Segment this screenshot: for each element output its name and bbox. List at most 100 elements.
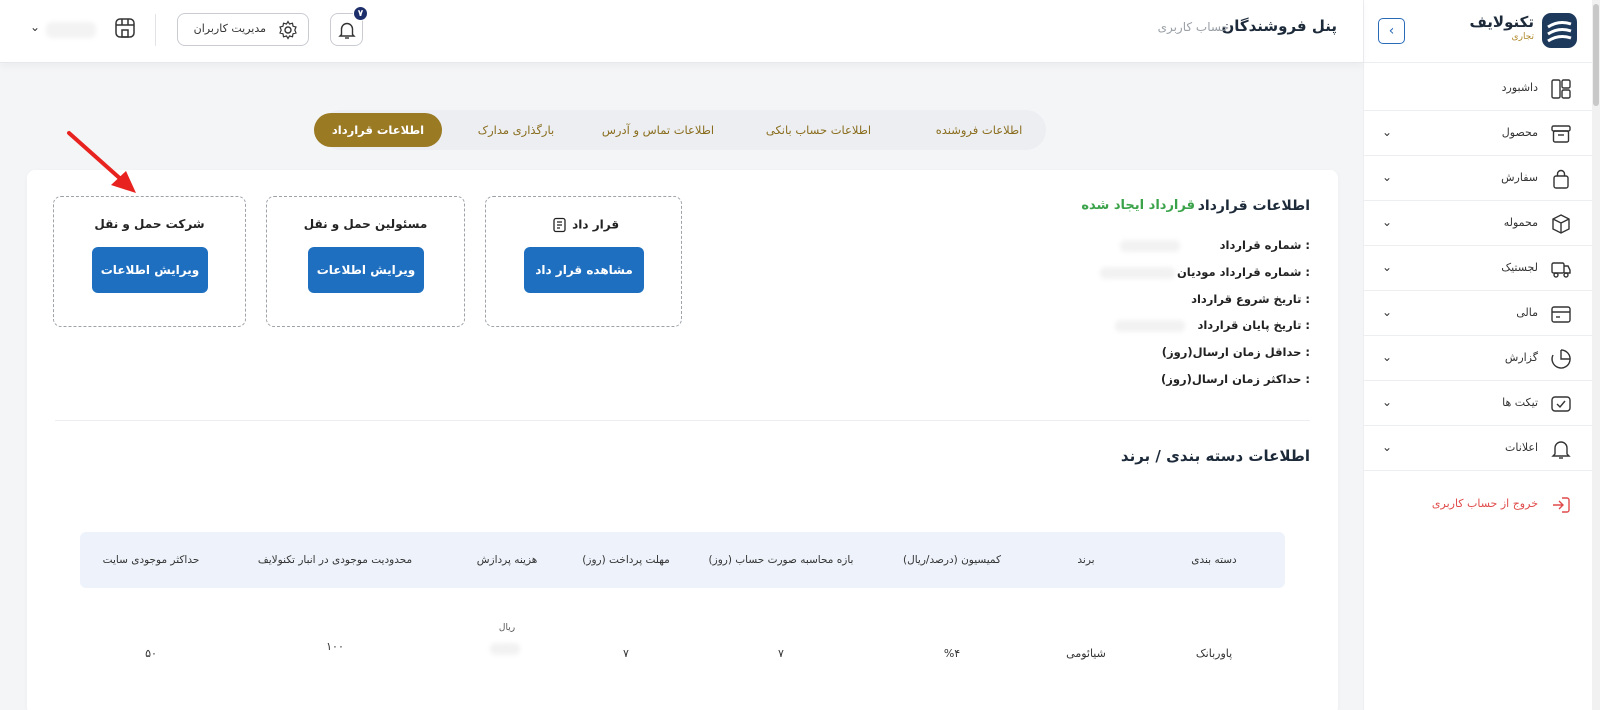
chart-icon bbox=[1551, 349, 1571, 369]
field-taxpayer-contract-number: شماره قرارداد مودیان : bbox=[1176, 265, 1310, 279]
annotation-arrow-icon bbox=[67, 131, 136, 193]
bell-icon bbox=[338, 22, 356, 39]
sidebar-item-logout[interactable]: خروج از حساب کاربری bbox=[1364, 482, 1592, 527]
sidebar-item-label: خروج از حساب کاربری bbox=[1431, 497, 1538, 510]
field-max-shipping-days: حداکثر زمان ارسال(روز) : bbox=[1161, 372, 1310, 386]
notification-count-badge: ۷ bbox=[353, 6, 368, 21]
transport-officials-title: مسئولین حمل و نقل bbox=[303, 217, 428, 231]
sidebar-item-label: اعلانات bbox=[1505, 441, 1538, 454]
ticket-icon bbox=[1551, 396, 1571, 412]
brand-name: تکنولایف bbox=[1469, 13, 1534, 31]
cell-brand: شیائومی bbox=[1066, 647, 1106, 660]
cell-stock-limit: ۱۰۰ bbox=[326, 640, 344, 653]
account-dropdown-chevron-icon[interactable]: ⌄ bbox=[30, 20, 40, 34]
sidebar-item-product[interactable]: محصول ⌄ bbox=[1364, 111, 1592, 156]
top-bar: پنل فروشندگان حساب کاربری ⌄ مدیریت کاربر… bbox=[0, 0, 1363, 63]
box-icon bbox=[1551, 125, 1571, 143]
contract-status: قرارداد ایجاد شده bbox=[1081, 198, 1195, 213]
contract-box: قرار داد مشاهده قرار داد bbox=[485, 196, 682, 327]
store-icon[interactable] bbox=[113, 16, 137, 40]
column-header: هزینه پردازش bbox=[476, 554, 538, 566]
redacted-value bbox=[1120, 240, 1180, 252]
contract-box-title: قرار داد bbox=[486, 217, 681, 233]
avatar[interactable] bbox=[46, 22, 96, 38]
sidebar-item-label: مالی bbox=[1516, 306, 1538, 319]
brand-subtitle: تجاری bbox=[1511, 32, 1534, 42]
edit-transport-company-button[interactable]: ویرایش اطلاعات bbox=[92, 247, 208, 293]
truck-icon bbox=[1551, 262, 1571, 278]
brand-logo-icon bbox=[1542, 13, 1577, 48]
category-section-title: اطلاعات دسته بندی / برند bbox=[1120, 447, 1310, 465]
bag-icon bbox=[1553, 169, 1569, 189]
field-min-shipping-days: حداقل زمان ارسال(روز) : bbox=[1161, 345, 1310, 359]
transport-officials-box: مسئولین حمل و نقل ویرایش اطلاعات bbox=[266, 196, 465, 327]
sidebar-item-label: تیکت ها bbox=[1502, 396, 1538, 409]
gear-icon bbox=[279, 20, 297, 40]
column-header: کمیسیون (درصد/ریال) bbox=[903, 554, 1001, 566]
cell-commission: %۴ bbox=[943, 647, 961, 660]
column-header: حداکثر موجودی سایت bbox=[102, 554, 200, 566]
redacted-value bbox=[1115, 320, 1185, 332]
chevron-left-icon: ‹ bbox=[1388, 23, 1395, 39]
profile-tabs: اطلاعات فروشنده اطلاعات حساب بانکی اطلاع… bbox=[314, 110, 1046, 150]
chevron-down-icon: ⌄ bbox=[1382, 125, 1393, 139]
column-header: بازه محاسبه صورت حساب (روز) bbox=[708, 554, 854, 566]
sidebar-item-finance[interactable]: مالی ⌄ bbox=[1364, 291, 1592, 336]
transport-company-title: شرکت حمل و نقل bbox=[94, 217, 205, 231]
document-icon bbox=[553, 217, 566, 233]
sidebar-item-tickets[interactable]: تیکت ها ⌄ bbox=[1364, 381, 1592, 426]
column-header: محدودیت موجودی در انبار تکنولایف bbox=[257, 554, 413, 566]
sidebar-item-label: داشبورد bbox=[1501, 81, 1538, 94]
column-header: برند bbox=[1077, 554, 1095, 566]
redacted-value bbox=[1100, 267, 1175, 279]
page-title: پنل فروشندگان bbox=[1221, 17, 1337, 35]
scrollbar-thumb[interactable] bbox=[1593, 4, 1599, 106]
notifications-button[interactable]: ۷ bbox=[330, 6, 368, 46]
user-management-button[interactable]: مدیریت کاربران bbox=[177, 13, 309, 46]
chevron-down-icon: ⌄ bbox=[1382, 215, 1393, 229]
sidebar-item-dashboard[interactable]: داشبورد bbox=[1364, 66, 1592, 111]
contract-title: اطلاعات قرارداد bbox=[1197, 198, 1310, 214]
chevron-down-icon: ⌄ bbox=[1382, 350, 1393, 364]
column-header: مهلت پرداخت (روز) bbox=[582, 554, 670, 566]
sidebar-item-logistics[interactable]: لجستیک ⌄ bbox=[1364, 246, 1592, 291]
redacted-value bbox=[490, 643, 520, 655]
cell-category: پاوربانک bbox=[1195, 647, 1233, 660]
chevron-down-icon: ⌄ bbox=[1382, 305, 1393, 319]
transport-company-box: شرکت حمل و نقل ویرایش اطلاعات bbox=[53, 196, 246, 327]
chevron-down-icon: ⌄ bbox=[1382, 395, 1393, 409]
cell-max-site-stock: ۵۰ bbox=[145, 647, 157, 660]
tab-bank-info[interactable]: اطلاعات حساب بانکی bbox=[746, 110, 891, 150]
category-table-header: دسته بندی برند کمیسیون (درصد/ریال) بازه … bbox=[80, 532, 1285, 588]
sidebar-item-label: محموله bbox=[1503, 216, 1538, 229]
field-end-date: تاریخ پایان قرارداد : bbox=[1197, 318, 1310, 332]
tab-contact-address[interactable]: اطلاعات تماس و آدرس bbox=[588, 110, 728, 150]
sidebar-item-notifications[interactable]: اعلانات ⌄ bbox=[1364, 426, 1592, 471]
chevron-down-icon: ⌄ bbox=[1382, 440, 1393, 454]
sidebar-item-report[interactable]: گزارش ⌄ bbox=[1364, 336, 1592, 381]
chevron-down-icon: ⌄ bbox=[1382, 170, 1393, 184]
sidebar-collapse-button[interactable]: ‹ bbox=[1378, 18, 1405, 44]
sidebar-item-shipment[interactable]: محموله ⌄ bbox=[1364, 201, 1592, 246]
section-divider bbox=[55, 420, 1310, 421]
sidebar-item-label: محصول bbox=[1501, 126, 1538, 139]
sidebar-item-label: سفارش bbox=[1501, 171, 1538, 184]
sidebar-header: تکنولایف تجاری ‹ bbox=[1364, 0, 1592, 63]
cell-payment-deadline: ۷ bbox=[623, 647, 629, 660]
tab-documents-upload[interactable]: بارگذاری مدارک bbox=[461, 110, 571, 150]
tab-contract-info[interactable]: اطلاعات قرارداد bbox=[314, 113, 442, 147]
dashboard-icon bbox=[1551, 79, 1571, 99]
chevron-down-icon: ⌄ bbox=[1382, 260, 1393, 274]
column-header: دسته بندی bbox=[1191, 554, 1237, 566]
tab-seller-info[interactable]: اطلاعات فروشنده bbox=[920, 110, 1038, 150]
wallet-icon bbox=[1551, 306, 1571, 323]
sidebar-item-order[interactable]: سفارش ⌄ bbox=[1364, 156, 1592, 201]
sidebar-item-label: گزارش bbox=[1504, 351, 1538, 364]
edit-transport-officials-button[interactable]: ویرایش اطلاعات bbox=[308, 247, 424, 293]
user-management-label: مدیریت کاربران bbox=[193, 22, 266, 35]
view-contract-button[interactable]: مشاهده قرار داد bbox=[524, 247, 644, 293]
package-icon bbox=[1552, 214, 1570, 234]
sidebar-scrollbar[interactable] bbox=[1592, 0, 1600, 710]
bell-icon bbox=[1551, 441, 1571, 459]
divider bbox=[155, 14, 156, 46]
